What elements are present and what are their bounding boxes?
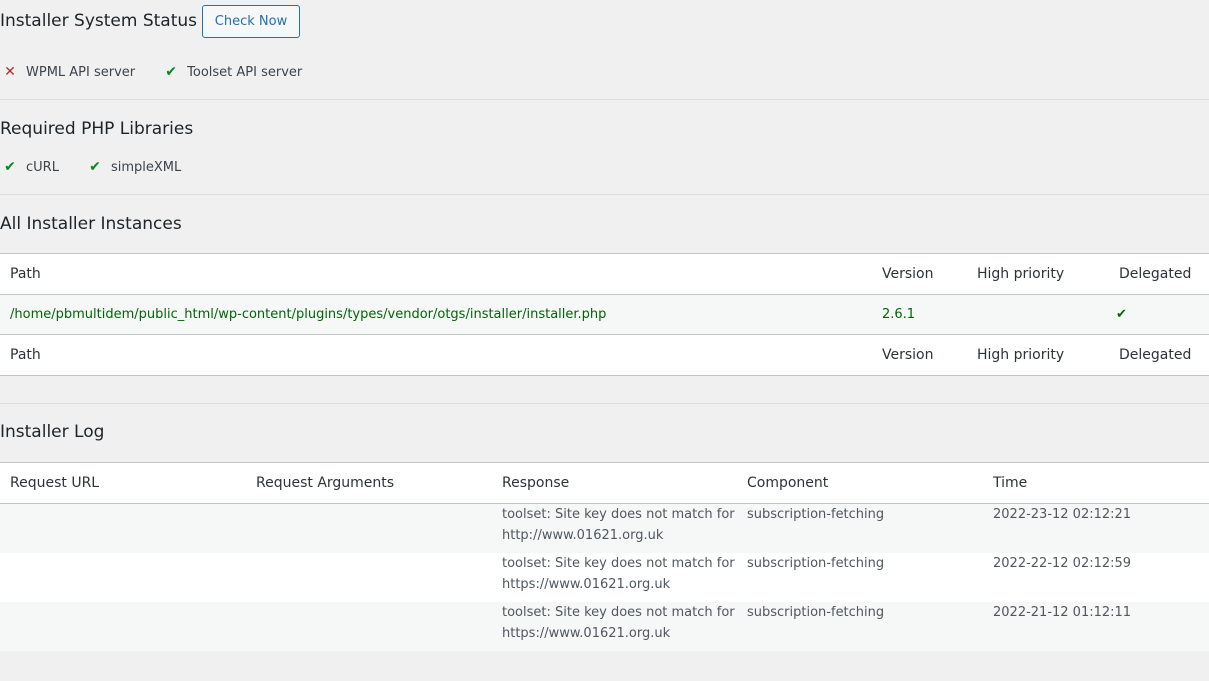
column-component: Component xyxy=(737,462,983,504)
column-time: Time xyxy=(983,462,1209,504)
checkmark-icon: ✔ xyxy=(4,159,16,175)
php-libraries-title: Required PHP Libraries xyxy=(0,119,194,139)
log-response-text: toolset: Site key does not match for xyxy=(502,556,735,571)
log-component: subscription-fetching xyxy=(737,503,983,553)
log-request-url xyxy=(0,553,246,602)
simplexml-status: ✔ simpleXML xyxy=(85,159,181,175)
column-version: Version xyxy=(872,334,967,376)
x-icon: ✕ xyxy=(4,64,16,80)
log-response-text: toolset: Site key does not match for xyxy=(502,605,735,620)
instance-delegated: ✔ xyxy=(1109,294,1209,335)
installer-log-title: Installer Log xyxy=(0,422,105,442)
log-time: 2022-22-12 02:12:59 xyxy=(993,556,1132,571)
instances-footer-row: Path Version High priority Delegated xyxy=(0,334,1209,376)
divider xyxy=(0,403,1209,404)
installer-instances-title: All Installer Instances xyxy=(0,214,182,234)
instances-header-row: Path Version High priority Delegated xyxy=(0,253,1209,295)
log-time: 2022-21-12 01:12:11 xyxy=(983,602,1209,651)
toolset-api-status: ✔ Toolset API server xyxy=(161,64,302,80)
log-time: 2022-23-12 02:12:21 xyxy=(983,503,1209,553)
column-request-url: Request URL xyxy=(0,462,246,504)
instances-table: Path Version High priority Delegated /ho… xyxy=(0,253,1209,376)
simplexml-label: simpleXML xyxy=(110,159,182,175)
curl-status: ✔ cURL xyxy=(0,159,59,175)
column-path: Path xyxy=(0,253,872,295)
column-high-priority: High priority xyxy=(967,334,1109,376)
log-response-text: toolset: Site key does not match for xyxy=(502,507,735,522)
column-request-arguments: Request Arguments xyxy=(246,462,492,504)
table-row: toolset: Site key does not match for http… xyxy=(0,602,1209,651)
log-request-url xyxy=(0,602,246,651)
log-request-args xyxy=(246,602,492,651)
checkmark-icon: ✔ xyxy=(165,64,177,80)
log-response: toolset: Site key does not match for http… xyxy=(492,602,737,651)
column-delegated: Delegated xyxy=(1109,334,1209,376)
table-row: /home/pbmultidem/public_html/wp-content/… xyxy=(0,294,1209,335)
log-response-url: https://www.01621.org.uk xyxy=(502,577,671,592)
column-path: Path xyxy=(0,334,872,376)
divider xyxy=(0,99,1209,100)
toolset-api-label: Toolset API server xyxy=(187,64,303,80)
log-request-url xyxy=(0,503,246,553)
instance-version: 2.6.1 xyxy=(872,294,967,335)
column-response: Response xyxy=(492,462,737,504)
table-row: toolset: Site key does not match for http… xyxy=(0,503,1209,553)
wpml-api-status: ✕ WPML API server xyxy=(0,64,135,80)
installer-status-title: Installer System Status xyxy=(0,11,197,31)
log-component: subscription-fetching xyxy=(737,602,983,651)
instance-path: /home/pbmultidem/public_html/wp-content/… xyxy=(0,294,872,335)
curl-label: cURL xyxy=(26,159,59,175)
check-now-button[interactable]: Check Now xyxy=(202,5,300,38)
log-request-args xyxy=(246,553,492,602)
log-component: subscription-fetching xyxy=(747,556,885,571)
log-request-args xyxy=(246,503,492,553)
divider xyxy=(0,194,1209,195)
api-status-list: ✕ WPML API server ✔ Toolset API server xyxy=(0,64,328,80)
table-row: toolset: Site key does not match for http… xyxy=(0,553,1209,602)
log-table: Request URL Request Arguments Response C… xyxy=(0,462,1209,651)
checkmark-icon: ✔ xyxy=(1116,307,1127,322)
wpml-api-label: WPML API server xyxy=(26,64,136,80)
log-response-url: http://www.01621.org.uk xyxy=(502,528,664,543)
instance-high-priority xyxy=(967,294,1109,335)
log-response-url: https://www.01621.org.uk xyxy=(502,626,671,641)
column-version: Version xyxy=(872,253,967,295)
log-response: toolset: Site key does not match for http… xyxy=(492,503,737,553)
checkmark-icon: ✔ xyxy=(89,159,101,175)
log-response: toolset: Site key does not match for http… xyxy=(492,553,737,602)
column-delegated: Delegated xyxy=(1109,253,1209,295)
log-header-row: Request URL Request Arguments Response C… xyxy=(0,462,1209,504)
column-high-priority: High priority xyxy=(967,253,1109,295)
php-libraries-list: ✔ cURL ✔ simpleXML xyxy=(0,159,207,175)
